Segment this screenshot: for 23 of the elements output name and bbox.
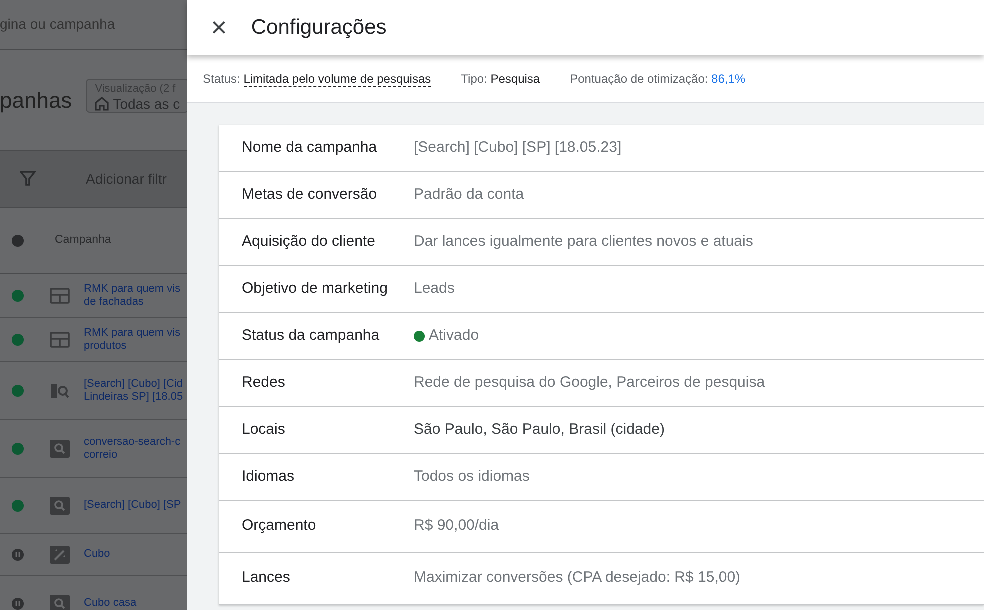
panel-title: Configurações [251,14,387,41]
setting-row[interactable]: Lances Maximizar conversões (CPA desejado: R$ 15,00) [219,553,984,605]
home-icon [95,97,110,111]
page-title: panhas [0,86,72,115]
setting-row[interactable]: Redes Rede de pesquisa do Google, Parceiros de pesquisa [219,360,984,407]
filter-icon[interactable] [20,171,36,187]
close-button[interactable]: × [207,14,232,42]
summary-label: Status: [203,72,240,86]
column-header: Campanha [55,232,112,248]
setting-row[interactable]: Nome da campanha [Search] [Cubo] [SP] [18.05.23] [219,125,984,172]
status-value[interactable]: Limitada pelo volume de pesquisas [244,72,432,86]
summary-label: Pontuação de otimização: [570,72,708,86]
summary-value: 86,1% [712,72,746,86]
setting-row[interactable]: Locais São Paulo, São Paulo, Brasil (cidade) [219,407,984,454]
status-column-icon [12,234,24,246]
summary-label: Tipo: [461,72,488,86]
setting-row[interactable]: Aquisição do cliente Dar lances igualmente para clientes novos e atuais [219,219,984,266]
setting-row[interactable]: Metas de conversão Padrão da conta [219,172,984,219]
setting-row[interactable]: Objetivo de marketing Leads [219,266,984,313]
setting-row[interactable]: Orçamento R$ 90,00/dia [219,501,984,553]
summary-value: Pesquisa [490,72,540,86]
setting-row[interactable]: Status da campanha Ativado [219,313,984,360]
setting-row[interactable]: Idiomas Todos os idiomas [219,454,984,501]
